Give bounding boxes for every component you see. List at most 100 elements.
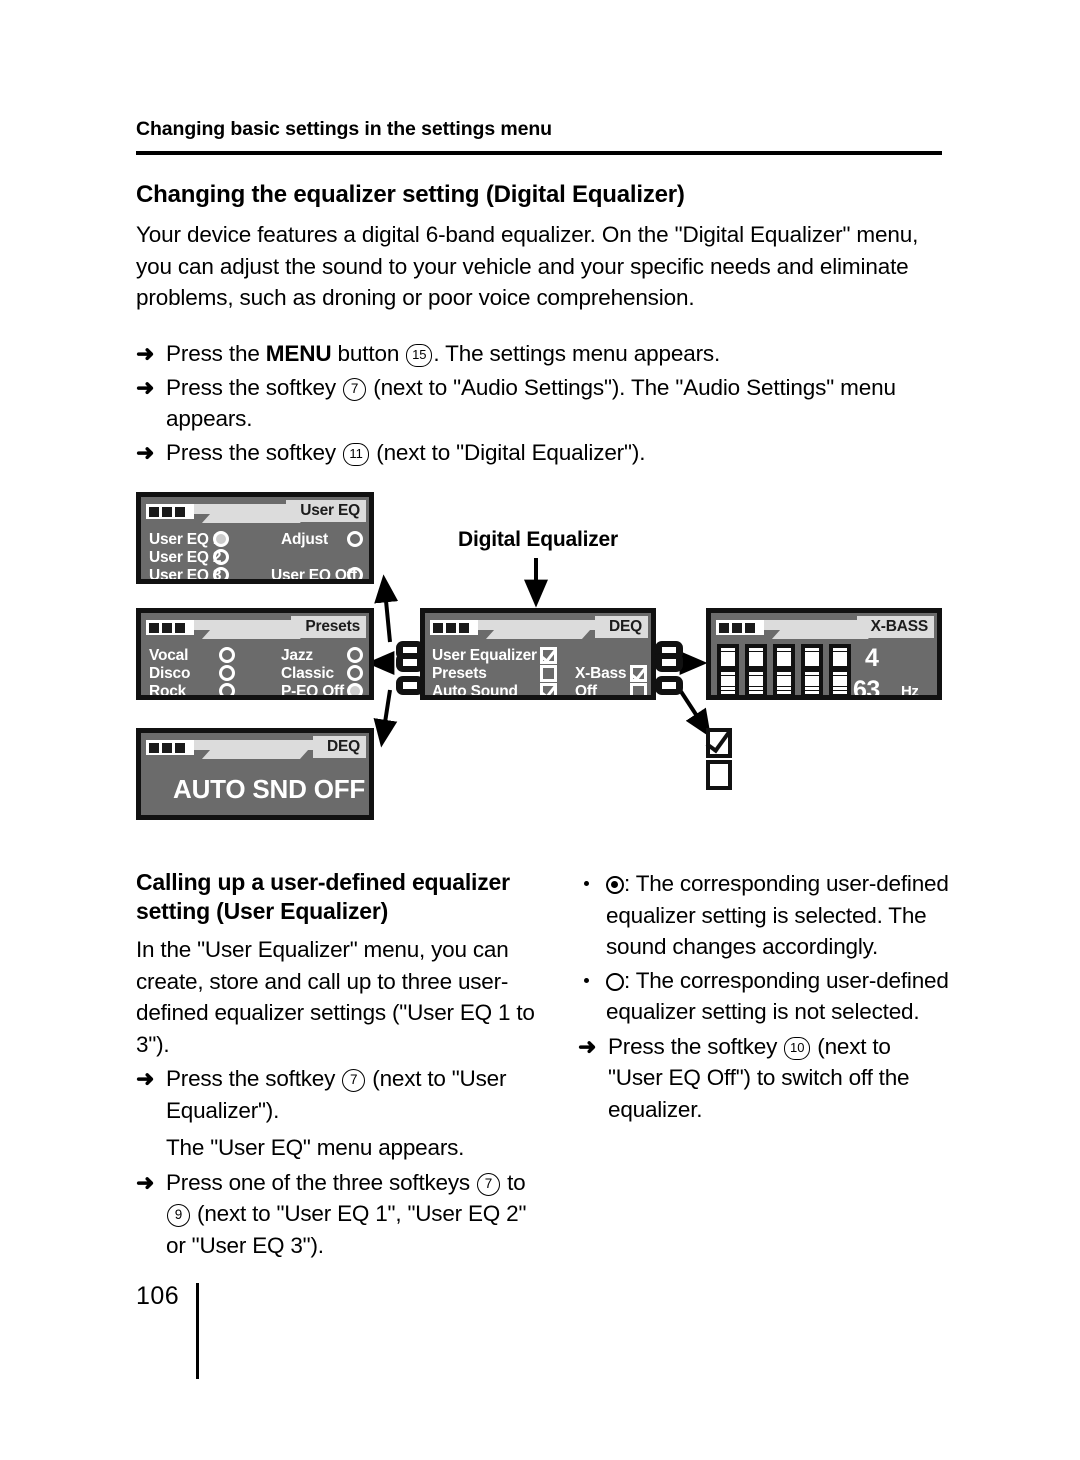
- panel-tab-label: X-BASS: [856, 616, 934, 638]
- bullet-text: : The corresponding user-defined equaliz…: [606, 871, 949, 959]
- equalizer-band-meter[interactable]: [717, 644, 851, 695]
- checkbox-off[interactable]: [630, 683, 647, 695]
- radio-disco[interactable]: [219, 665, 235, 681]
- radio-vocal[interactable]: [219, 647, 235, 663]
- panel-tab-label: User EQ: [286, 500, 366, 522]
- meter-band[interactable]: [745, 644, 767, 695]
- circled-number-7: 7: [477, 1172, 501, 1196]
- menu-item-adjust[interactable]: Adjust: [281, 531, 328, 549]
- intro-paragraph: Your device features a digital 6-band eq…: [136, 222, 919, 310]
- radio-rock[interactable]: [219, 683, 235, 695]
- circled-number-9: 9: [167, 1204, 190, 1227]
- menu-item-user-eq-off[interactable]: User EQ Off: [271, 567, 357, 579]
- footer-rule: [196, 1283, 199, 1379]
- softkey-left-2[interactable]: [396, 653, 424, 672]
- menu-item-user-eq-3[interactable]: User EQ 3: [149, 567, 221, 579]
- checkbox-x-bass[interactable]: [630, 665, 647, 682]
- step-text-pre: Press the softkey: [166, 439, 343, 465]
- radio-user-eq-off[interactable]: [347, 567, 363, 579]
- signal-dots-icon: [146, 620, 194, 635]
- menu-item-vocal[interactable]: Vocal: [149, 647, 188, 665]
- circled-number-11: 11: [343, 442, 370, 466]
- menu-item-disco[interactable]: Disco: [149, 665, 190, 683]
- radio-classic[interactable]: [347, 665, 363, 681]
- signal-dots-icon: [146, 740, 194, 755]
- bullet-item-not-selected: : The corresponding user-defined equaliz…: [578, 965, 950, 1028]
- arrow-bullet-icon: ➜: [136, 341, 155, 366]
- bullet-text: : The corresponding user-defined equaliz…: [606, 967, 949, 1025]
- meter-band[interactable]: [801, 644, 823, 695]
- meter-band[interactable]: [829, 644, 851, 695]
- softkey-left-3[interactable]: [396, 676, 424, 695]
- menu-item-rock[interactable]: Rock: [149, 683, 186, 695]
- lcd-body: AUTO SND OFF: [141, 762, 369, 815]
- checkbox-user-equalizer[interactable]: [540, 647, 557, 664]
- header-divider: [136, 151, 942, 155]
- panel-tab-label: DEQ: [595, 616, 648, 638]
- arrow-bullet-icon: ➜: [136, 1066, 155, 1091]
- menu-item-off[interactable]: Off: [575, 683, 597, 695]
- menu-item-user-eq-2[interactable]: User EQ 2: [149, 549, 221, 567]
- checkbox-auto-sound[interactable]: [540, 683, 557, 695]
- top-step-list: ➜ Press the MENU button 15. The settings…: [136, 338, 948, 470]
- menu-item-p-eq-off[interactable]: P-EQ Off: [281, 683, 344, 695]
- lcd-titlebar: User EQ: [144, 500, 366, 526]
- menu-item-x-bass[interactable]: X-Bass: [575, 665, 627, 683]
- menu-item-user-eq-1[interactable]: User EQ 1: [149, 531, 221, 549]
- running-header: Changing basic settings in the settings …: [136, 118, 552, 140]
- lcd-body: User EQ 1 User EQ 2 User EQ 3 Adjust Use…: [141, 526, 369, 579]
- radio-filled-icon: [606, 876, 624, 894]
- radio-jazz[interactable]: [347, 647, 363, 663]
- legend-checkbox-checked: [706, 728, 732, 758]
- step-text-post: (next to "Digital Equalizer").: [370, 439, 646, 465]
- auto-sound-off-text: AUTO SND OFF: [173, 774, 366, 804]
- lcd-titlebar: X-BASS: [714, 616, 934, 642]
- menu-button-label: MENU: [265, 341, 332, 366]
- step-text-post: . The settings menu appears.: [433, 341, 721, 366]
- lcd-panel-user-eq: User EQ User EQ 1 User EQ 2 User EQ 3 Ad…: [136, 492, 374, 584]
- softkey-right-3[interactable]: [655, 676, 683, 695]
- menu-item-classic[interactable]: Classic: [281, 665, 334, 683]
- legend-checkbox-unchecked: [706, 760, 732, 790]
- step-item: ➜ Press the softkey 7 (next to "Audio Se…: [136, 372, 948, 435]
- meter-band[interactable]: [717, 644, 739, 695]
- step-item: ➜ Press the softkey 7 (next to "User Equ…: [136, 1063, 536, 1126]
- page-number: 106: [136, 1282, 180, 1310]
- menu-item-jazz[interactable]: Jazz: [281, 647, 313, 665]
- softkey-right-2[interactable]: [655, 653, 683, 672]
- radio-user-eq-3[interactable]: [213, 567, 229, 579]
- menu-item-presets[interactable]: Presets: [432, 665, 487, 683]
- step-text-mid: button: [331, 341, 406, 366]
- bullet-item-selected: : The corresponding user-defined equaliz…: [578, 868, 950, 963]
- left-column-heading: Calling up a user-defined equalizer sett…: [136, 869, 510, 924]
- arrow-bullet-icon: ➜: [578, 1033, 597, 1059]
- radio-p-eq-off[interactable]: [347, 683, 363, 695]
- arrow-bullet-icon: ➜: [136, 439, 155, 465]
- lcd-panel-deq: DEQ User Equalizer Presets Auto Sound X-…: [420, 608, 656, 700]
- lcd-titlebar: Presets: [144, 616, 366, 642]
- bullet-dot-icon: [584, 881, 589, 886]
- panel-tab-label: Presets: [291, 616, 366, 638]
- radio-user-eq-1[interactable]: [213, 531, 229, 547]
- menu-item-user-equalizer[interactable]: User Equalizer: [432, 647, 537, 665]
- panel-tab-label: DEQ: [313, 736, 366, 758]
- lcd-body: Vocal Disco Rock Jazz Classic P-EQ Off: [141, 642, 369, 695]
- signal-dots-icon: [716, 620, 764, 635]
- step-text-pre: Press the: [166, 341, 266, 366]
- menu-item-auto-sound[interactable]: Auto Sound: [432, 683, 518, 695]
- checkbox-presets[interactable]: [540, 665, 557, 682]
- radio-user-eq-2[interactable]: [213, 549, 229, 565]
- lcd-panel-presets: Presets Vocal Disco Rock Jazz Classic P-…: [136, 608, 374, 700]
- step-item: ➜ Press the MENU button 15. The settings…: [136, 338, 948, 370]
- radio-adjust[interactable]: [347, 531, 363, 547]
- step-text-pre: Press the softkey: [166, 1066, 342, 1091]
- signal-dots-icon: [430, 620, 478, 635]
- bullet-dot-icon: [584, 977, 589, 983]
- lcd-body: 4 63 Hz: [711, 642, 937, 695]
- lcd-panel-x-bass: X-BASS 4 63 Hz: [706, 608, 942, 700]
- circled-number-15: 15: [406, 344, 433, 367]
- meter-band[interactable]: [773, 644, 795, 695]
- lcd-titlebar: DEQ: [428, 616, 648, 642]
- left-text-column: Calling up a user-defined equalizer sett…: [136, 868, 536, 1261]
- x-bass-frequency-value: 63: [853, 676, 880, 700]
